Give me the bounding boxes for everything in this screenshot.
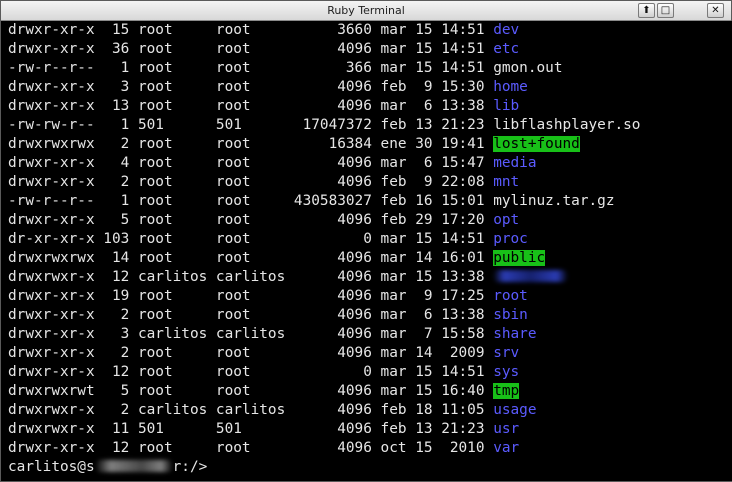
directory-name: tmp — [493, 383, 520, 399]
directory-name: etc — [493, 41, 520, 57]
file-metadata: drwxr-xr-x 5 root root 4096 feb 29 17:20 — [8, 212, 494, 228]
prompt-user: carlitos@s — [8, 459, 95, 475]
listing-line: drwxr-xr-x 3 carlitos carlitos 4096 mar … — [8, 325, 537, 344]
file-metadata: drwxr-xr-x 12 root root 0 mar 15 14:51 — [8, 364, 494, 380]
directory-name: opt — [493, 212, 520, 228]
file-metadata: -rw-r--r-- 1 root root 366 mar 15 14:51 — [8, 60, 494, 76]
listing-line: dr-xr-xr-x 103 root root 0 mar 15 14:51 … — [8, 230, 528, 249]
file-metadata: drwxr-xr-x 2 root root 4096 mar 6 13:38 — [8, 307, 494, 323]
listing-line: drwxr-xr-x 12 root root 0 mar 15 14:51 s… — [8, 363, 519, 382]
listing-line: drwxr-xr-x 15 root root 3660 mar 15 14:5… — [8, 21, 519, 40]
file-metadata: drwxrwxr-x 12 carlitos carlitos 4096 mar… — [8, 269, 494, 285]
file-metadata: drwxrwxrwx 14 root root 4096 mar 14 16:0… — [8, 250, 494, 266]
window-title: Ruby Terminal — [327, 4, 405, 17]
listing-line: drwxr-xr-x 36 root root 4096 mar 15 14:5… — [8, 40, 519, 59]
directory-name: sbin — [493, 307, 528, 323]
file-name: gmon.out — [493, 60, 563, 76]
directory-name: lib — [493, 98, 520, 114]
file-metadata: drwxr-xr-x 13 root root 4096 mar 6 13:38 — [8, 98, 494, 114]
listing-line: drwxr-xr-x 4 root root 4096 mar 6 15:47 … — [8, 154, 537, 173]
file-metadata: drwxr-xr-x 2 root root 4096 feb 9 22:08 — [8, 174, 494, 190]
terminal-output[interactable]: drwxr-xr-x 15 root root 3660 mar 15 14:5… — [2, 21, 732, 481]
file-metadata: drwxr-xr-x 2 root root 4096 mar 14 2009 — [8, 345, 494, 361]
listing-line: drwxr-xr-x 13 root root 4096 mar 6 13:38… — [8, 97, 519, 116]
file-metadata: drwxr-xr-x 15 root root 3660 mar 15 14:5… — [8, 22, 494, 38]
file-metadata: drwxr-xr-x 36 root root 4096 mar 15 14:5… — [8, 41, 494, 57]
listing-line: drwxrwxr-x 12 carlitos carlitos 4096 mar… — [8, 268, 569, 287]
file-metadata: drwxr-xr-x 3 carlitos carlitos 4096 mar … — [8, 326, 494, 342]
file-metadata: drwxr-xr-x 4 root root 4096 mar 6 15:47 — [8, 155, 494, 171]
listing-line: -rw-rw-r-- 1 501 501 17047372 feb 13 21:… — [8, 116, 640, 135]
file-metadata: drwxr-xr-x 12 root root 4096 oct 15 2010 — [8, 440, 494, 456]
listing-line: drwxr-xr-x 12 root root 4096 oct 15 2010… — [8, 439, 519, 458]
file-metadata: drwxr-xr-x 3 root root 4096 feb 9 15:30 — [8, 79, 494, 95]
file-metadata: drwxr-xr-x 19 root root 4096 mar 9 17:25 — [8, 288, 494, 304]
file-metadata: dr-xr-xr-x 103 root root 0 mar 15 14:51 — [8, 231, 494, 247]
file-name: mylinuz.tar.gz — [493, 193, 615, 209]
directory-name: proc — [493, 231, 528, 247]
directory-name: share — [493, 326, 537, 342]
directory-name: lost+found — [493, 136, 580, 152]
redacted-name — [493, 270, 569, 282]
listing-line: -rw-r--r-- 1 root root 366 mar 15 14:51 … — [8, 59, 563, 78]
title-bar[interactable]: Ruby Terminal ⬆ □ ✕ — [1, 1, 731, 21]
file-name: libflashplayer.so — [493, 117, 641, 133]
listing-line: drwxr-xr-x 2 root root 4096 mar 14 2009 … — [8, 344, 519, 363]
listing-line: drwxr-xr-x 2 root root 4096 mar 6 13:38 … — [8, 306, 528, 325]
listing-line: -rw-r--r-- 1 root root 430583027 feb 16 … — [8, 192, 614, 211]
listing-line: drwxrwxrwt 5 root root 4096 mar 15 16:40… — [8, 382, 520, 401]
file-metadata: drwxrwxr-x 11 501 501 4096 feb 13 21:23 — [8, 421, 494, 437]
directory-name: sys — [493, 364, 520, 380]
file-metadata: drwxrwxrwx 2 root root 16384 ene 30 19:4… — [8, 136, 494, 152]
directory-name: usr — [493, 421, 520, 437]
listing-line: drwxr-xr-x 2 root root 4096 feb 9 22:08 … — [8, 173, 519, 192]
redacted-hostname — [94, 460, 173, 472]
file-metadata: drwxrwxrwt 5 root root 4096 mar 15 16:40 — [8, 383, 494, 399]
listing-line: drwxrwxrwx 2 root root 16384 ene 30 19:4… — [8, 135, 580, 154]
listing-line: drwxr-xr-x 3 root root 4096 feb 9 15:30 … — [8, 78, 528, 97]
directory-name: home — [493, 79, 528, 95]
maximize-button[interactable]: □ — [657, 3, 674, 18]
directory-name: root — [493, 288, 528, 304]
file-metadata: -rw-rw-r-- 1 501 501 17047372 feb 13 21:… — [8, 117, 494, 133]
file-metadata: -rw-r--r-- 1 root root 430583027 feb 16 … — [8, 193, 494, 209]
directory-name: dev — [493, 22, 520, 38]
directory-name: public — [493, 250, 546, 266]
directory-name: var — [493, 440, 520, 456]
listing-line: drwxrwxrwx 14 root root 4096 mar 14 16:0… — [8, 249, 546, 268]
listing-line: drwxr-xr-x 5 root root 4096 feb 29 17:20… — [8, 211, 519, 230]
close-button[interactable]: ✕ — [707, 3, 724, 18]
directory-name: srv — [493, 345, 520, 361]
shade-button[interactable]: ⬆ — [638, 3, 655, 18]
prompt-path: r:/> — [172, 459, 208, 475]
shell-prompt[interactable]: carlitos@s r:/> — [8, 458, 207, 477]
directory-name: mnt — [493, 174, 520, 190]
listing-line: drwxrwxr-x 11 501 501 4096 feb 13 21:23 … — [8, 420, 519, 439]
listing-line: drwxr-xr-x 19 root root 4096 mar 9 17:25… — [8, 287, 528, 306]
directory-name: usage — [493, 402, 537, 418]
terminal-window: Ruby Terminal ⬆ □ ✕ drwxr-xr-x 15 root r… — [0, 0, 732, 482]
listing-line: drwxrwxr-x 2 carlitos carlitos 4096 feb … — [8, 401, 537, 420]
directory-name: media — [493, 155, 537, 171]
file-metadata: drwxrwxr-x 2 carlitos carlitos 4096 feb … — [8, 402, 494, 418]
